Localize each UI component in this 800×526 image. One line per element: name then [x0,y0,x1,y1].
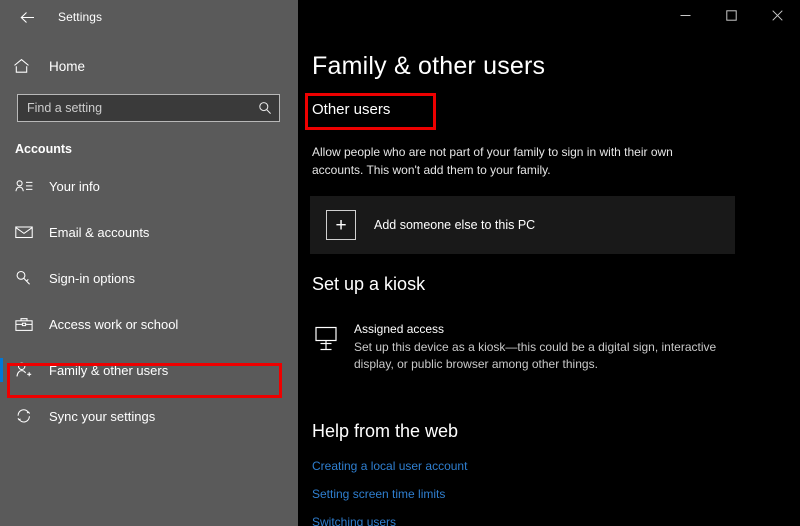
sidebar-item-label: Sync your settings [49,408,156,424]
help-links-list: Creating a local user account Setting sc… [312,459,467,526]
window-controls [662,0,800,31]
contact-card-icon [15,179,37,193]
sidebar-item-label: Sign-in options [49,270,135,286]
person-add-icon [15,362,37,378]
settings-window: Settings Home Accounts [0,0,800,526]
search-box[interactable] [17,94,280,122]
monitor-kiosk-icon [314,322,354,373]
sidebar-item-sync-your-settings[interactable]: Sync your settings [0,401,298,431]
sync-icon [15,408,37,424]
help-link-setting-screen-time-limits[interactable]: Setting screen time limits [312,487,467,501]
help-link-creating-local-user-account[interactable]: Creating a local user account [312,459,467,473]
sidebar-item-label: Access work or school [49,316,179,332]
assigned-access-description: Set up this device as a kiosk—this could… [354,340,717,371]
plus-icon: + [326,210,356,240]
sidebar-item-home-label: Home [49,58,86,74]
other-users-heading: Other users [312,101,391,118]
sidebar-item-label: Family & other users [49,362,169,378]
back-arrow-icon[interactable] [10,3,44,31]
envelope-icon [15,225,37,239]
sidebar-item-label: Your info [49,178,100,194]
sidebar-item-home[interactable]: Home [0,50,298,82]
sidebar-titlebar: Settings [0,0,298,34]
app-title: Settings [58,10,103,24]
add-someone-else-label: Add someone else to this PC [374,218,536,232]
assigned-access-title: Assigned access [354,322,445,336]
help-heading: Help from the web [312,421,459,441]
home-icon [13,58,37,74]
sidebar-item-email-accounts[interactable]: Email & accounts [0,217,298,247]
close-button[interactable] [754,0,800,31]
sidebar-item-sign-in-options[interactable]: Sign-in options [0,263,298,293]
sidebar-item-access-work-or-school[interactable]: Access work or school [0,309,298,339]
sidebar-section-heading: Accounts [15,142,72,156]
add-someone-else-button[interactable]: + Add someone else to this PC [310,196,735,254]
main-content: Family & other users Other users Allow p… [298,0,800,526]
search-icon[interactable] [258,101,272,115]
kiosk-heading: Set up a kiosk [312,274,426,294]
minimize-button[interactable] [662,0,708,31]
page-title: Family & other users [312,52,546,80]
sidebar: Settings Home Accounts [0,0,298,526]
briefcase-icon [15,317,37,332]
sidebar-item-family-other-users[interactable]: Family & other users [0,355,298,385]
search-input[interactable] [27,101,258,115]
sidebar-item-your-info[interactable]: Your info [0,171,298,201]
key-icon [15,270,37,286]
sidebar-item-label: Email & accounts [49,224,150,240]
assigned-access-item[interactable]: Assigned access Set up this device as a … [314,322,734,373]
other-users-description: Allow people who are not part of your fa… [312,145,673,177]
maximize-button[interactable] [708,0,754,31]
help-link-switching-users[interactable]: Switching users [312,515,467,526]
assigned-access-text: Assigned access Set up this device as a … [354,322,734,373]
sidebar-nav-list: Your info Email & accounts Sign-in optio… [0,171,298,431]
